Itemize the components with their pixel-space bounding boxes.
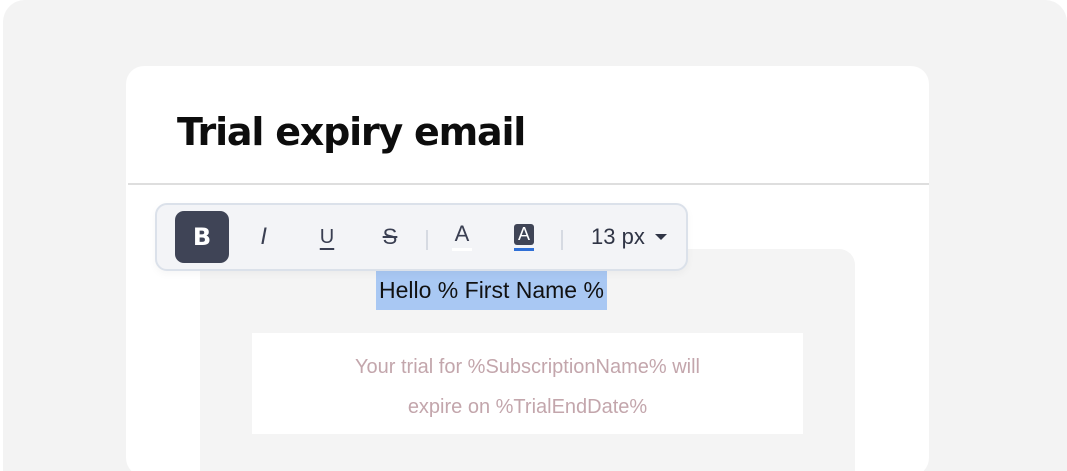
highlight-color-bar [514,247,534,251]
font-size-value: 13 px [591,224,645,249]
highlight-color-icon: A [514,223,534,251]
strikethrough-icon: S [382,224,398,249]
text-color-bar [452,248,472,251]
text-color-button[interactable]: A [435,211,489,263]
underline-icon: U [319,225,335,248]
text-color-icon: A [452,223,472,251]
title-divider [128,183,929,185]
message-line-2: expire on %TrialEndDate% [407,396,648,418]
message-text-block[interactable]: Your trial for %SubscriptionName% will e… [252,333,803,434]
toolbar-separator [426,230,428,250]
italic-icon: I [260,224,268,250]
underline-button[interactable]: U [300,211,354,263]
strikethrough-button[interactable]: S [363,211,417,263]
highlight-color-glyph: A [514,223,534,245]
backdrop-panel: Trial expiry email Hello % First Name % … [3,0,1067,471]
email-body-canvas[interactable]: Hello % First Name % Your trial for %Sub… [200,249,855,471]
bold-icon: B [192,223,212,251]
formatting-toolbar: B I U S A A 13 px [155,203,688,271]
greeting-text-selected[interactable]: Hello % First Name % [376,270,607,310]
text-color-glyph: A [454,221,470,246]
font-size-dropdown[interactable]: 13 px [591,211,667,263]
toolbar-separator [561,230,563,250]
page-title: Trial expiry email [177,110,526,154]
bold-button[interactable]: B [175,211,229,263]
chevron-down-icon [654,234,667,240]
italic-button[interactable]: I [237,211,291,263]
highlight-color-button[interactable]: A [497,211,551,263]
message-line-1: Your trial for %SubscriptionName% will [355,356,700,378]
